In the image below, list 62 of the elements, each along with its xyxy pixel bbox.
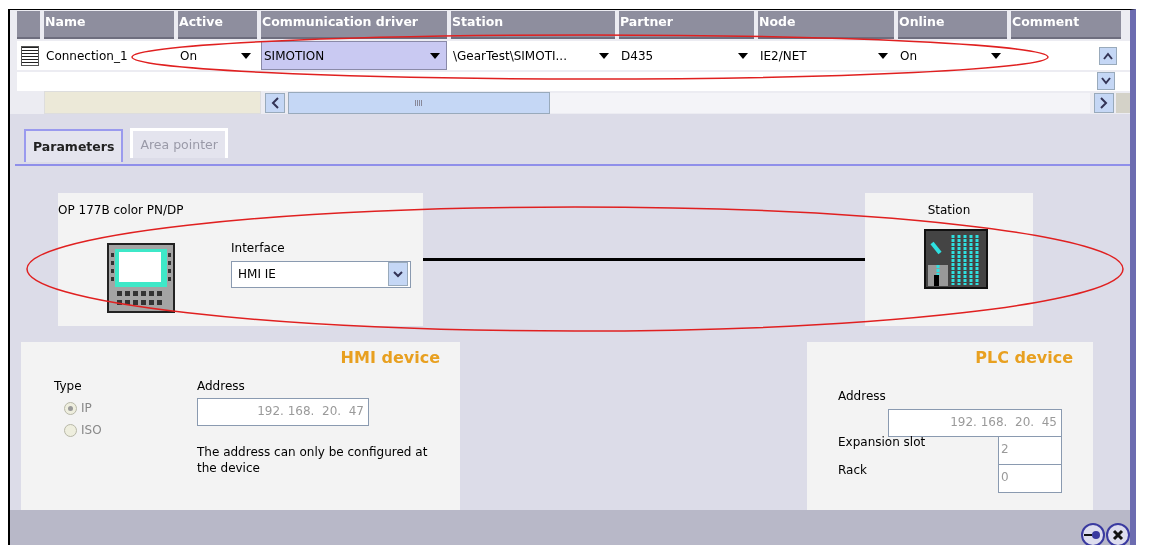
column-header[interactable]: Online bbox=[898, 11, 1007, 39]
table-cell[interactable]: Connection_1 bbox=[44, 41, 174, 70]
column-header[interactable]: Communication driver bbox=[261, 11, 447, 39]
station-name: Station bbox=[927, 203, 971, 217]
dropdown-arrow-icon[interactable] bbox=[241, 52, 251, 59]
radio-button[interactable] bbox=[64, 423, 77, 437]
column-header[interactable]: Station bbox=[451, 11, 615, 39]
address-field[interactable]: 192. 168. 20. 45 bbox=[888, 409, 1062, 437]
input-field[interactable]: 2 bbox=[998, 437, 1062, 465]
radio-label[interactable]: ISO bbox=[81, 423, 102, 437]
scroll-down-button[interactable] bbox=[1097, 72, 1115, 90]
dropdown-cell[interactable]: D435 bbox=[619, 41, 754, 70]
field-label: Expansion slot bbox=[838, 435, 926, 449]
dropdown-cell[interactable]: On bbox=[178, 41, 257, 70]
tab[interactable]: Parameters bbox=[24, 129, 124, 162]
device-name: OP 177B color PN/DP bbox=[58, 203, 185, 219]
scrollbar-thumb[interactable] bbox=[288, 91, 550, 114]
field-label: Interface bbox=[231, 240, 286, 255]
dropdown-cell[interactable]: IE2/NET bbox=[758, 41, 894, 70]
row-handle-icon[interactable] bbox=[20, 45, 39, 66]
pin-button[interactable] bbox=[1081, 523, 1105, 545]
column-header[interactable]: Comment bbox=[1011, 11, 1121, 39]
input-field[interactable]: 0 bbox=[998, 465, 1062, 493]
caret-left-icon[interactable] bbox=[271, 96, 279, 109]
dropdown-arrow-icon[interactable] bbox=[878, 52, 888, 59]
dropdown-arrow-icon[interactable] bbox=[738, 52, 748, 59]
dropdown-arrow-icon[interactable] bbox=[599, 52, 609, 59]
dropdown-cell[interactable]: On bbox=[898, 41, 1007, 70]
column-header[interactable]: Node bbox=[758, 11, 894, 39]
pin-icon[interactable] bbox=[1084, 529, 1102, 541]
dropdown-arrow-icon[interactable] bbox=[430, 52, 440, 59]
close-icon[interactable] bbox=[1112, 529, 1124, 541]
caret-right-icon[interactable] bbox=[1100, 96, 1108, 109]
field-label: Address bbox=[197, 379, 245, 393]
field-label: Rack bbox=[838, 463, 867, 477]
operator-panel-icon bbox=[107, 242, 177, 315]
scrollbar-corner bbox=[1116, 92, 1130, 113]
field-label: Type bbox=[54, 379, 82, 393]
note-text: The address can only be configured at the device bbox=[197, 444, 429, 476]
dropdown-cell[interactable]: \GearTest\SIMOTI... bbox=[451, 41, 615, 70]
interface-dropdown[interactable]: HMI IE bbox=[231, 260, 411, 288]
radio-button[interactable] bbox=[64, 401, 77, 415]
chevron-down-icon[interactable] bbox=[393, 270, 403, 278]
field-label: Address bbox=[838, 389, 887, 403]
address-field[interactable]: 192. 168. 20. 47 bbox=[197, 398, 369, 426]
column-header[interactable]: Active bbox=[178, 11, 257, 39]
scroll-up-button[interactable] bbox=[1099, 46, 1117, 65]
header-corner bbox=[17, 11, 40, 39]
section-title: HMI device bbox=[339, 348, 440, 367]
column-header[interactable]: Partner bbox=[619, 11, 754, 39]
section-title: PLC device bbox=[974, 348, 1073, 367]
radio-label[interactable]: IP bbox=[81, 401, 92, 415]
close-button[interactable] bbox=[1106, 523, 1130, 545]
rack-icon bbox=[924, 229, 988, 289]
dropdown-arrow-icon[interactable] bbox=[991, 52, 1001, 59]
dropdown-cell[interactable]: SIMOTION bbox=[261, 41, 447, 70]
tab[interactable]: Area pointer bbox=[130, 128, 228, 158]
caret-up-icon[interactable] bbox=[1102, 51, 1114, 60]
scroll-right-button[interactable] bbox=[1094, 92, 1114, 113]
column-header[interactable]: Name bbox=[44, 11, 174, 39]
scroll-left-button[interactable] bbox=[265, 92, 285, 113]
caret-down-icon[interactable] bbox=[1100, 77, 1112, 85]
